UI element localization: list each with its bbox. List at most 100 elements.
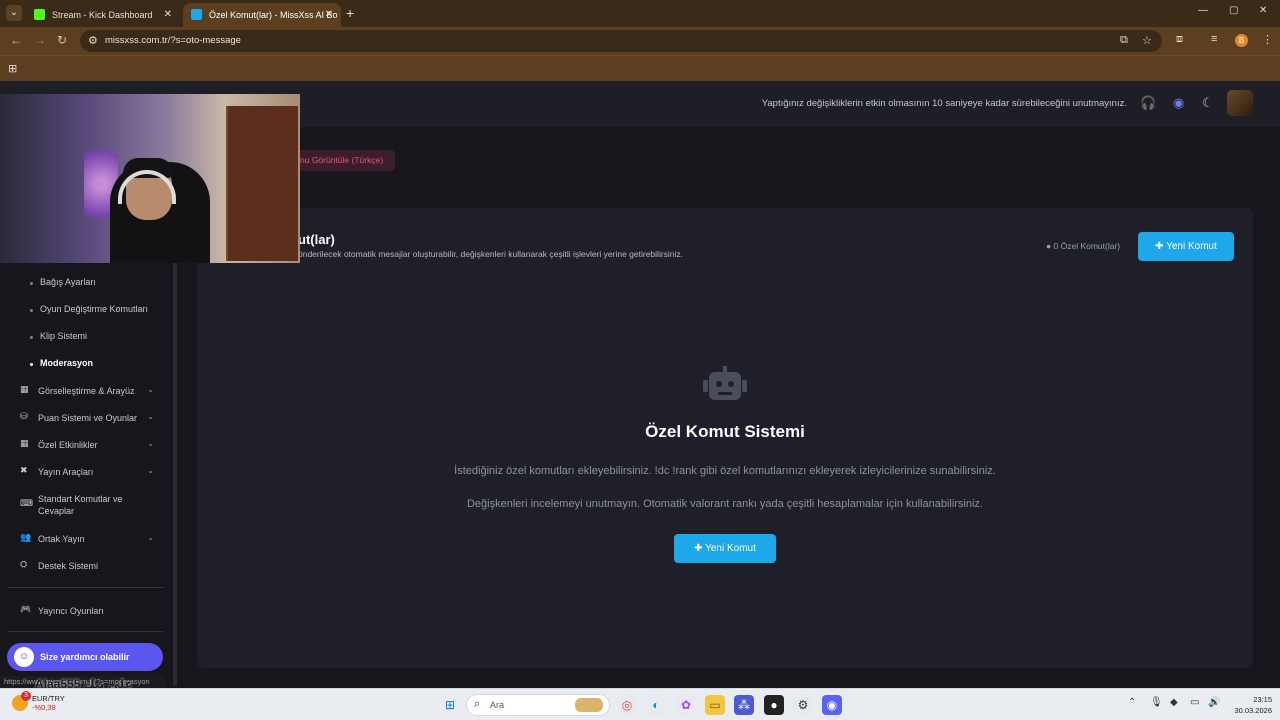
reading-list-icon[interactable]: ≡ xyxy=(1211,33,1217,45)
forward-icon[interactable]: → xyxy=(34,33,46,47)
sidebar-item-moderation[interactable]: Moderasyon xyxy=(29,358,93,368)
plus-icon: ✚ xyxy=(694,543,703,554)
sidebar-item-game-commands[interactable]: Oyun Değiştirme Komutları xyxy=(29,304,148,314)
browser-toolbar: ← → ↻ ⚙ missxss.com.tr/?s=oto-message ⧉ … xyxy=(0,27,1280,55)
keyboard-icon: ⌨ xyxy=(20,498,33,508)
empty-state-line2: Değişkenleri incelemeyi unutmayın. Otoma… xyxy=(466,498,983,510)
clock-date: 30.03.2026 xyxy=(1234,706,1272,715)
sidebar-item-label: Ortak Yayın xyxy=(38,534,85,544)
address-bar[interactable]: ⚙ missxss.com.tr/?s=oto-message ⧉ ☆ xyxy=(80,30,1162,52)
search-icon: ⌕ xyxy=(474,698,481,710)
tray-chevron-icon[interactable]: ⌃ xyxy=(1128,697,1136,708)
robot-icon xyxy=(703,366,747,400)
chevron-down-icon: ⌄ xyxy=(147,466,154,475)
ticker-name: EUR/TRY xyxy=(32,694,65,703)
chevron-down-icon: ⌄ xyxy=(147,412,154,421)
chrome-icon[interactable]: ◎ xyxy=(617,695,637,715)
users-icon: 👥 xyxy=(20,532,32,542)
command-count-label: 0 Özel Komut(lar) xyxy=(1053,241,1121,251)
card-description: önderilecek otomatik mesajlar oluşturabi… xyxy=(298,249,684,259)
language-button[interactable]: nu Görüntüle (Türkçe) xyxy=(290,150,395,171)
support-icon: ⛭ xyxy=(20,559,28,569)
tab-search-icon[interactable]: ⌄ xyxy=(6,5,22,21)
gamepad-icon: 🎮 xyxy=(20,604,32,614)
tab-custom-commands[interactable]: Özel Komut(lar) - MissXss AI Bo ✕ xyxy=(183,3,341,27)
search-placeholder: Ara xyxy=(490,700,505,710)
network-icon[interactable]: ▭ xyxy=(1190,697,1199,708)
close-icon[interactable]: ✕ xyxy=(325,3,333,27)
microphone-icon[interactable]: 🎙 xyxy=(1150,697,1163,708)
coins-icon: ⛁ xyxy=(20,411,28,421)
taskbar-search[interactable]: ⌕ Ara xyxy=(466,694,610,716)
menu-icon[interactable]: ⋮ xyxy=(1262,33,1273,46)
sidebar-item-label: Görselleştirme & Arayüz xyxy=(38,386,135,396)
extensions-icon[interactable]: ⧈ xyxy=(1176,33,1183,46)
new-command-label: Yeni Komut xyxy=(1166,241,1217,252)
windows-start-icon[interactable]: ⊞ xyxy=(440,695,460,715)
kick-icon xyxy=(34,9,45,20)
taskbar: 3 EUR/TRY -%0,38 ⊞ ⌕ Ara ◎ ◐ ✿ ▭ ⁂ ● ⚙ ◉… xyxy=(0,688,1280,720)
tab-title: Stream - Kick Dashboard xyxy=(52,10,153,20)
plus-icon: ✚ xyxy=(1155,241,1164,252)
profile-avatar[interactable]: B xyxy=(1235,34,1248,47)
empty-new-command-label: Yeni Komut xyxy=(705,543,756,554)
tab-kick-dashboard[interactable]: Stream - Kick Dashboard ✕ xyxy=(26,3,180,27)
new-tab-icon[interactable]: + xyxy=(346,5,354,21)
sidebar-item-label: Yayın Araçları xyxy=(38,467,94,477)
reload-icon[interactable]: ↻ xyxy=(57,33,67,47)
empty-new-command-button[interactable]: ✚ Yeni Komut xyxy=(674,534,776,563)
headset-icon[interactable]: 🎧 xyxy=(1140,95,1156,111)
apps-grid-icon[interactable]: ⊞ xyxy=(8,62,17,75)
webcam-overlay xyxy=(0,94,300,263)
system-clock[interactable]: 23:15 30.03.2026 xyxy=(1228,694,1272,716)
search-highlight-icon xyxy=(575,698,603,712)
sidebar-item-donations[interactable]: Bağış Ayarları xyxy=(30,277,96,287)
discord-icon[interactable]: ◉ xyxy=(1173,95,1184,111)
ticker-change: -%0,38 xyxy=(32,703,56,712)
command-count: ● 0 Özel Komut(lar) xyxy=(1046,241,1120,251)
site-info-icon[interactable]: ⚙ xyxy=(88,34,98,47)
app-icon[interactable]: ⚙ xyxy=(793,695,813,715)
teams-icon[interactable]: ⁂ xyxy=(734,695,754,715)
header-notice: Yaptığınız değişikliklerin etkin olmasın… xyxy=(761,98,1127,109)
sidebar-item-label: Standart Komutlar ve Cevaplar xyxy=(38,494,123,516)
info-icon: ● xyxy=(1046,241,1052,251)
edge-icon[interactable]: ◐ xyxy=(646,695,666,715)
bookmark-star-icon[interactable]: ☆ xyxy=(1142,34,1152,47)
sidebar-divider xyxy=(8,631,163,632)
new-command-button[interactable]: ✚ Yeni Komut xyxy=(1138,232,1234,261)
chevron-down-icon: ⌄ xyxy=(147,439,154,448)
app-tray-icon[interactable]: ◆ xyxy=(1170,697,1178,708)
help-chat-button[interactable]: ☺ Size yardımcı olabilir miyim? xyxy=(7,643,163,690)
clock-time: 23:15 xyxy=(1253,695,1272,704)
door-image xyxy=(226,106,298,261)
calendar-icon: ▦ xyxy=(20,438,29,448)
discord-taskbar-icon[interactable]: ◉ xyxy=(822,695,842,715)
obs-icon[interactable]: ● xyxy=(764,695,784,715)
sidebar-item-label: Puan Sistemi ve Oyunlar xyxy=(38,413,138,423)
sidebar-divider xyxy=(8,587,163,588)
empty-state-title: Özel Komut Sistemi xyxy=(645,422,805,441)
browser-tabbar: ⌄ Stream - Kick Dashboard ✕ Özel Komut(l… xyxy=(0,0,1280,27)
copilot-icon[interactable]: ✿ xyxy=(676,695,696,715)
window-close-icon[interactable]: ✕ xyxy=(1259,5,1267,16)
calendar-icon: ▦ xyxy=(20,384,29,394)
volume-icon[interactable]: 🔊 xyxy=(1208,697,1220,708)
sidebar-item-clips[interactable]: Klip Sistemi xyxy=(29,331,87,341)
maximize-icon[interactable]: ▢ xyxy=(1229,5,1238,16)
tools-icon: ✖ xyxy=(20,465,28,475)
sidebar-item-label: Yayıncı Oyunları xyxy=(38,606,104,616)
ticker-widget[interactable]: EUR/TRY -%0,38 xyxy=(32,694,65,712)
file-explorer-icon[interactable]: ▭ xyxy=(705,695,725,715)
close-icon[interactable]: ✕ xyxy=(164,3,172,27)
sidebar-scrollbar[interactable] xyxy=(173,261,177,686)
sidebar-item-label: Destek Sistemi xyxy=(38,561,99,571)
moon-icon[interactable]: ☾ xyxy=(1202,95,1214,111)
install-icon[interactable]: ⧉ xyxy=(1120,34,1128,47)
minimize-icon[interactable]: — xyxy=(1198,5,1208,16)
sidebar: Bağış Ayarları Oyun Değiştirme Komutları… xyxy=(0,261,172,688)
sidebar-item-standard-commands[interactable]: ⌨ Standart Komutlar ve Cevaplar xyxy=(20,492,160,518)
back-icon[interactable]: ← xyxy=(10,33,22,47)
user-avatar[interactable] xyxy=(1227,90,1253,116)
missxss-icon xyxy=(191,9,202,20)
